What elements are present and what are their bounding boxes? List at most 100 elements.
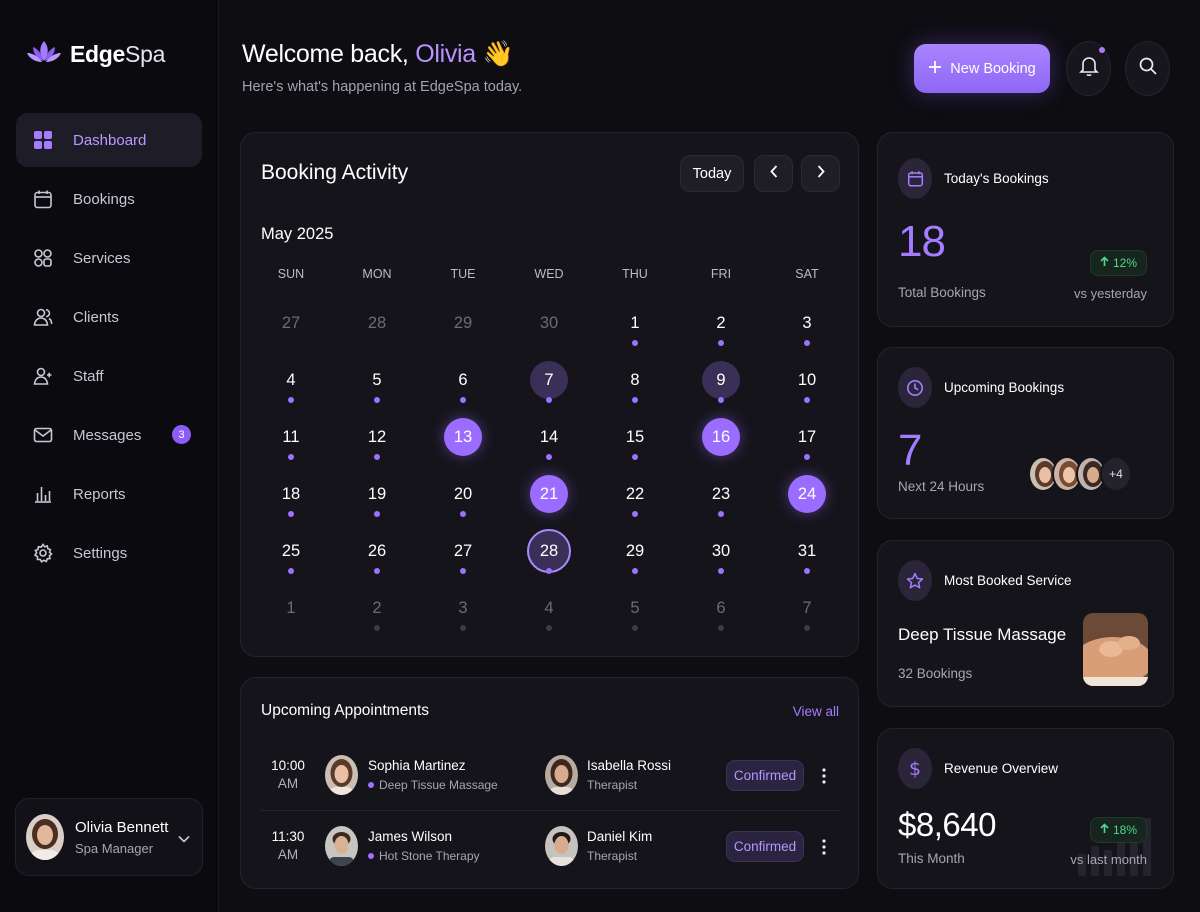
weekday-header: THU	[622, 267, 648, 281]
client-avatar	[325, 826, 358, 866]
sidebar-item-settings[interactable]: Settings	[16, 526, 202, 580]
messages-count-badge: 3	[172, 425, 191, 444]
sidebar-item-staff[interactable]: Staff	[16, 349, 202, 403]
staff-avatar-stack[interactable]: +4	[1028, 456, 1132, 492]
stat-value: 18	[898, 217, 946, 266]
calendar-day[interactable]: 28	[358, 304, 396, 342]
stat-label: Today's Bookings	[944, 171, 1049, 186]
calendar-day[interactable]: 18	[272, 475, 310, 513]
appointment-row[interactable]: 10:00 AM Sophia Martinez Deep Tissue Mass…	[261, 741, 840, 811]
calendar-day[interactable]: 5	[358, 361, 396, 399]
calendar-day[interactable]: 6	[444, 361, 482, 399]
booking-indicator-dot	[288, 568, 294, 574]
calendar-day[interactable]: 9	[702, 361, 740, 399]
booking-indicator-dot	[718, 568, 724, 574]
todays-bookings-card[interactable]: Today's Bookings 18 Total Bookings 12% v…	[877, 132, 1174, 327]
stat-value: 7	[898, 426, 923, 475]
calendar-day[interactable]: 6	[702, 589, 740, 627]
calendar-day[interactable]: 13	[444, 418, 482, 456]
service-name: Deep Tissue Massage	[898, 625, 1067, 644]
calendar-day[interactable]: 25	[272, 532, 310, 570]
calendar-day[interactable]: 21	[530, 475, 568, 513]
sidebar-item-clients[interactable]: Clients	[16, 290, 202, 344]
calendar-day[interactable]: 11	[272, 418, 310, 456]
calendar-day[interactable]: 3	[788, 304, 826, 342]
weekday-header: MON	[362, 267, 392, 281]
sidebar-item-bookings[interactable]: Bookings	[16, 172, 202, 226]
sidebar-item-services[interactable]: Services	[16, 231, 202, 285]
calendar-day[interactable]: 24	[788, 475, 826, 513]
sidebar-item-dashboard[interactable]: Dashboard	[16, 113, 202, 167]
calendar-day[interactable]: 16	[702, 418, 740, 456]
revenue-overview-card[interactable]: $ Revenue Overview $8,640 This Month 18%…	[877, 728, 1174, 889]
staff-name: Isabella Rossi	[587, 758, 672, 773]
next-month-button[interactable]	[801, 155, 840, 192]
calendar-day[interactable]: 12	[358, 418, 396, 456]
appointment-row[interactable]: 11:30 AM James Wilson Hot Stone Therapy D…	[261, 812, 840, 882]
user-profile-menu[interactable]: Olivia Bennett Spa Manager	[15, 798, 203, 876]
more-options-icon[interactable]	[817, 763, 831, 789]
calendar-day[interactable]: 26	[358, 532, 396, 570]
previous-month-button[interactable]	[754, 155, 793, 192]
calendar-day[interactable]: 2	[702, 304, 740, 342]
view-all-link[interactable]: View all	[793, 704, 839, 719]
sidebar-item-label: Bookings	[73, 190, 135, 208]
calendar-day[interactable]: 3	[444, 589, 482, 627]
calendar-day[interactable]: 17	[788, 418, 826, 456]
calendar-day[interactable]: 30	[530, 304, 568, 342]
upcoming-bookings-card[interactable]: Upcoming Bookings 7 Next 24 Hours +4	[877, 347, 1174, 519]
calendar-day[interactable]: 1	[616, 304, 654, 342]
star-icon	[898, 560, 932, 601]
lotus-icon	[26, 38, 62, 71]
calendar-day[interactable]: 27	[444, 532, 482, 570]
booking-indicator-dot	[718, 397, 724, 403]
new-booking-button[interactable]: New Booking	[914, 44, 1050, 93]
calendar-day[interactable]: 4	[272, 361, 310, 399]
status-badge: Confirmed	[726, 831, 804, 862]
booking-indicator-dot	[374, 511, 380, 517]
more-options-icon[interactable]	[817, 834, 831, 860]
stat-label: Revenue Overview	[944, 761, 1059, 776]
calendar-day[interactable]: 8	[616, 361, 654, 399]
calendar-day[interactable]: 22	[616, 475, 654, 513]
app-logo[interactable]: EdgeSpa	[26, 38, 165, 71]
calendar-day[interactable]: 27	[272, 304, 310, 342]
calendar-day[interactable]: 2	[358, 589, 396, 627]
search-button[interactable]	[1125, 41, 1170, 96]
booking-indicator-dot	[546, 568, 552, 574]
booking-indicator-dot	[546, 625, 552, 631]
massage-service-image	[1083, 613, 1148, 686]
booking-indicator-dot	[804, 568, 810, 574]
calendar-day[interactable]: 30	[702, 532, 740, 570]
calendar-day[interactable]: 14	[530, 418, 568, 456]
sidebar-item-messages[interactable]: Messages 3	[16, 408, 202, 462]
calendar-day[interactable]: 31	[788, 532, 826, 570]
sidebar: EdgeSpa Dashboard Bookings Services Clie…	[0, 0, 219, 912]
booking-indicator-dot	[804, 625, 810, 631]
notifications-button[interactable]	[1066, 41, 1111, 96]
calendar-day[interactable]: 29	[616, 532, 654, 570]
calendar-day[interactable]: 20	[444, 475, 482, 513]
calendar-day[interactable]: 19	[358, 475, 396, 513]
calendar-day[interactable]: 23	[702, 475, 740, 513]
calendar-day[interactable]: 5	[616, 589, 654, 627]
calendar-day[interactable]: 10	[788, 361, 826, 399]
client-name: James Wilson	[368, 829, 453, 844]
calendar-day[interactable]: 7	[530, 361, 568, 399]
sidebar-item-reports[interactable]: Reports	[16, 467, 202, 521]
calendar-day[interactable]: 1	[272, 589, 310, 627]
calendar-day[interactable]: 29	[444, 304, 482, 342]
calendar-day[interactable]: 4	[530, 589, 568, 627]
service-booking-count: 32 Bookings	[898, 666, 973, 681]
calendar-day[interactable]: 15	[616, 418, 654, 456]
calendar-day[interactable]: 7	[788, 589, 826, 627]
staff-avatar	[545, 826, 578, 866]
chevron-down-icon	[178, 830, 190, 848]
calendar-day[interactable]: 28	[527, 529, 571, 573]
staff-role: Therapist	[587, 778, 638, 792]
today-button[interactable]: Today	[680, 155, 744, 192]
sidebar-nav: Dashboard Bookings Services Clients Staf…	[16, 113, 202, 585]
gear-icon	[32, 542, 54, 564]
most-booked-service-card[interactable]: Most Booked Service Deep Tissue Massage …	[877, 540, 1174, 707]
sidebar-item-label: Settings	[73, 544, 128, 562]
